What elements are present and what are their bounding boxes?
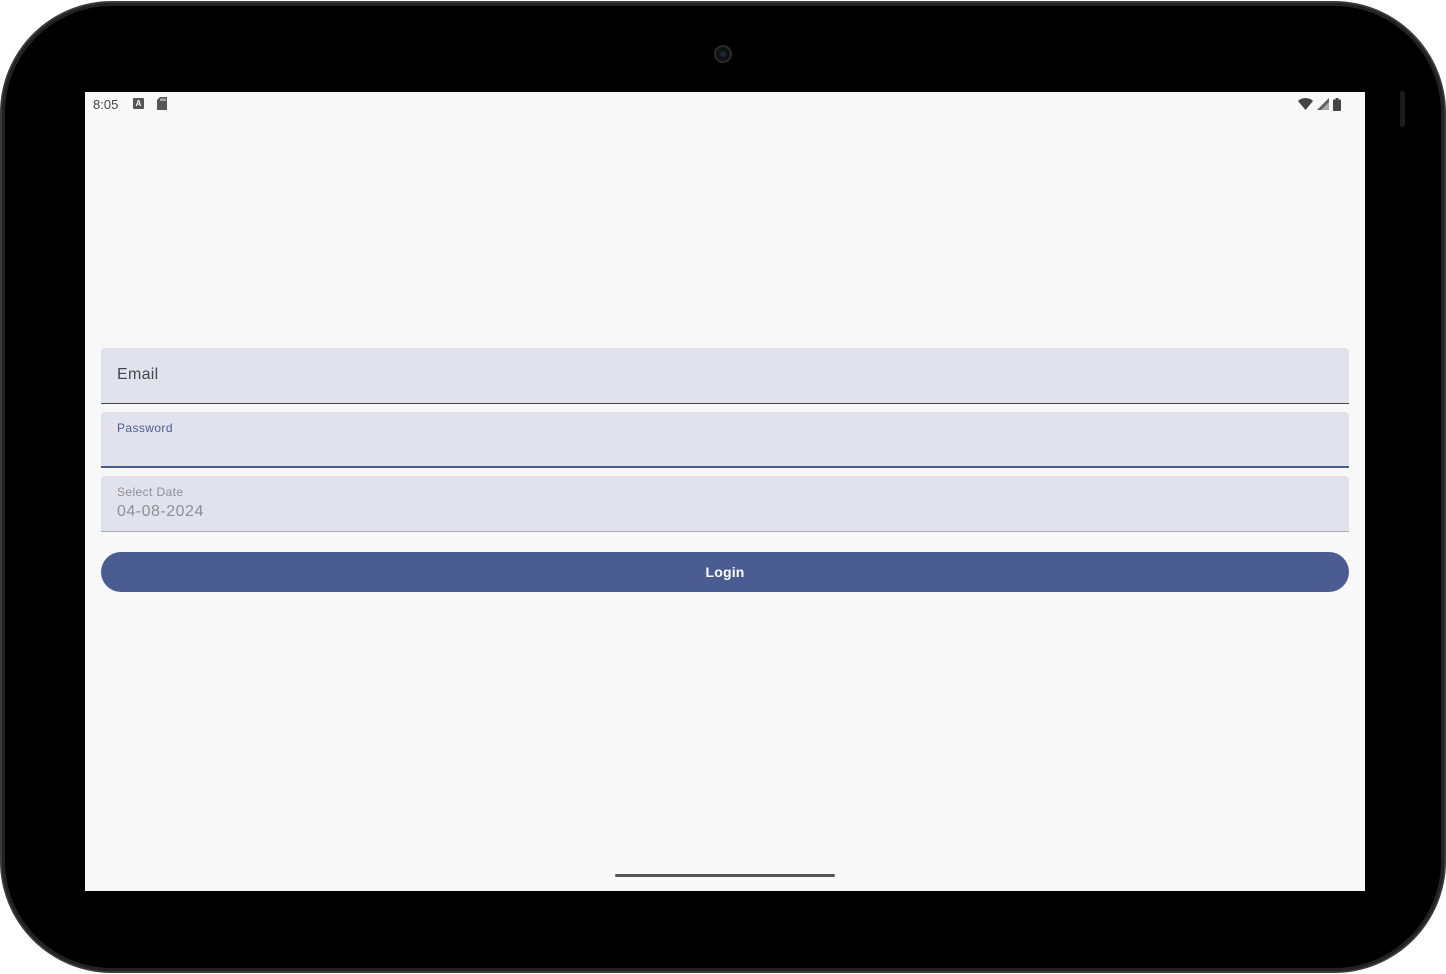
screen: 8:05 A Email Password Select Date 04-08-… <box>85 92 1365 891</box>
date-field-label: Select Date <box>117 485 184 499</box>
email-field-label: Email <box>117 366 159 383</box>
wifi-icon <box>1298 98 1313 110</box>
status-bar: 8:05 A <box>85 92 1365 116</box>
sd-card-icon <box>157 97 167 110</box>
password-field-label: Password <box>117 421 173 435</box>
login-button[interactable]: Login <box>101 552 1349 592</box>
side-button <box>1400 91 1405 127</box>
battery-icon <box>1333 97 1341 111</box>
status-time: 8:05 <box>93 97 119 112</box>
password-field[interactable]: Password <box>101 412 1349 468</box>
signal-icon <box>1317 98 1329 110</box>
date-field[interactable]: Select Date 04-08-2024 <box>101 476 1349 532</box>
email-field[interactable]: Email <box>101 348 1349 404</box>
system-status-icons <box>1298 97 1341 111</box>
navigation-handle[interactable] <box>615 874 835 877</box>
login-button-label: Login <box>705 564 745 580</box>
tablet-frame: 8:05 A Email Password Select Date 04-08-… <box>2 3 1444 971</box>
date-field-value: 04-08-2024 <box>117 503 204 520</box>
camera-icon <box>714 45 732 63</box>
a-box-icon: A <box>133 98 144 109</box>
